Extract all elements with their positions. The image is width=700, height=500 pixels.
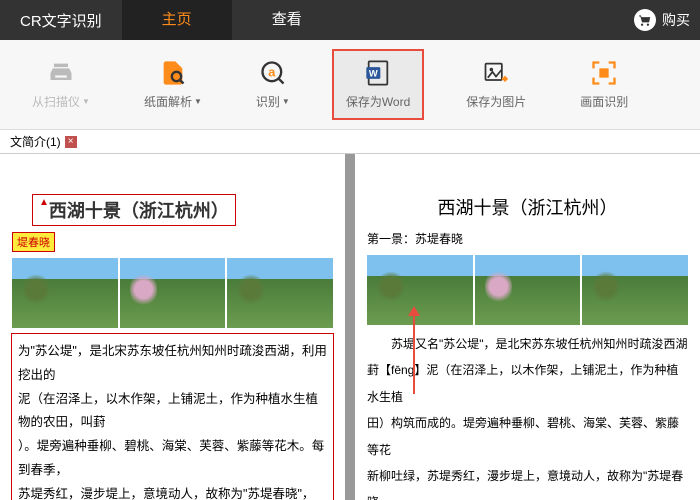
content-area: ▲西湖十景（浙江杭州） 堤春晓 为"苏公堤"，是北宋苏东坡任杭州知州时疏浚西湖，… xyxy=(0,154,700,500)
file-tab[interactable]: 文简介(1) × xyxy=(4,131,83,152)
scenery-image xyxy=(12,258,118,328)
svg-text:a: a xyxy=(268,65,276,80)
scanner-icon xyxy=(47,59,75,87)
scenery-image xyxy=(475,255,581,325)
page-analysis-button[interactable]: 纸面解析▼ xyxy=(132,51,214,118)
top-bar: CR文字识别 主页 查看 购买 xyxy=(0,0,700,40)
highlight-badge: 堤春晓 xyxy=(12,232,55,252)
toolbar: 从扫描仪▼ 纸面解析▼ a 识别▼ W 保存为Word 保存为图片 画面识别 xyxy=(0,40,700,130)
left-pane: ▲西湖十景（浙江杭州） 堤春晓 为"苏公堤"，是北宋苏东坡任杭州知州时疏浚西湖，… xyxy=(0,154,345,500)
doc-title-right: 西湖十景（浙江杭州） xyxy=(367,194,688,220)
purchase-label: 购买 xyxy=(662,10,690,30)
file-tab-bar: 文简介(1) × xyxy=(0,130,700,154)
chevron-down-icon: ▼ xyxy=(82,97,90,106)
app-title: CR文字识别 xyxy=(0,10,122,31)
section-heading: 第一景：苏堤春晓 xyxy=(367,230,688,247)
scenery-image xyxy=(120,258,226,328)
image-row-left xyxy=(12,258,333,328)
recognized-text-block[interactable]: 为"苏公堤"，是北宋苏东坡任杭州知州时疏浚西湖，利用挖出的 泥（在沼泽上，以木作… xyxy=(12,334,333,500)
right-pane: 西湖十景（浙江杭州） 第一景：苏堤春晓 苏堤又名"苏公堤"，是北宋苏东坡任杭州知… xyxy=(355,154,700,500)
scenery-image xyxy=(227,258,333,328)
doc-title-left: ▲西湖十景（浙江杭州） xyxy=(32,194,236,226)
image-export-icon xyxy=(482,59,510,87)
purchase-button[interactable]: 购买 xyxy=(624,9,700,31)
recognize-icon: a xyxy=(259,59,287,87)
tab-view[interactable]: 查看 xyxy=(232,0,342,40)
document-search-icon xyxy=(159,59,187,87)
recognize-button[interactable]: a 识别▼ xyxy=(244,51,302,118)
svg-text:W: W xyxy=(369,69,378,79)
save-as-image-button[interactable]: 保存为图片 xyxy=(454,51,538,118)
word-doc-icon: W xyxy=(364,59,392,87)
output-text-block: 苏堤又名"苏公堤"，是北宋苏东坡任杭州知州时疏浚西湖 葑【fēng】泥（在沼泽上… xyxy=(367,331,688,500)
screen-capture-icon xyxy=(590,59,618,87)
scan-from-scanner-button[interactable]: 从扫描仪▼ xyxy=(20,51,102,118)
chevron-down-icon: ▼ xyxy=(282,97,290,106)
chevron-down-icon: ▼ xyxy=(194,97,202,106)
save-as-word-button[interactable]: W 保存为Word xyxy=(332,49,424,120)
scenery-image xyxy=(582,255,688,325)
file-tab-label: 文简介(1) xyxy=(10,133,61,150)
close-icon[interactable]: × xyxy=(65,136,77,148)
cart-icon xyxy=(634,9,656,31)
tab-home[interactable]: 主页 xyxy=(122,0,232,40)
screen-recognition-button[interactable]: 画面识别 xyxy=(568,51,640,118)
pane-divider[interactable] xyxy=(345,154,355,500)
annotation-arrow xyxy=(413,314,415,394)
